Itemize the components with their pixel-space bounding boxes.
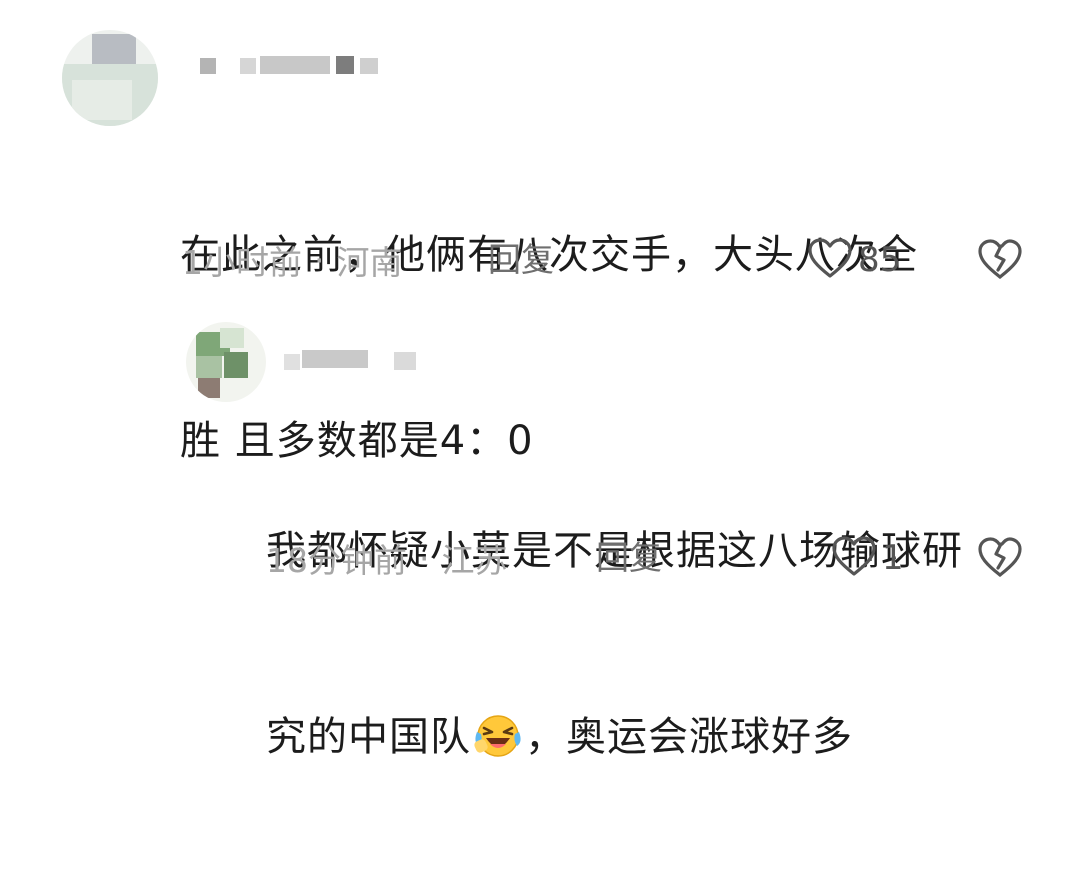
dislike-button[interactable]	[976, 236, 1024, 284]
comment-item: 在此之前，他俩有八次交手，大头八次全 胜 且多数都是4：0 1小时前 · 河南 …	[0, 0, 1080, 464]
username-blurred[interactable]	[284, 350, 434, 378]
like-count: 1	[882, 538, 904, 578]
reply-comment-item: 我都怀疑小莫是不是根据这八场输球研 究的中国队 ，奥运会涨球好多 18分钟前 ·…	[0, 300, 1080, 760]
like-button[interactable]: 85	[806, 236, 901, 284]
comment-meta: 18分钟前 · 江苏	[266, 536, 508, 581]
like-button[interactable]: 1	[830, 534, 904, 582]
comment-meta: 1小时前 · 河南	[182, 238, 403, 283]
comment-time: 1小时前	[182, 243, 302, 282]
broken-heart-icon	[976, 537, 1024, 584]
heart-outline-icon	[806, 236, 854, 284]
reply-button[interactable]: 回复	[596, 536, 662, 580]
comment-text: 我都怀疑小莫是不是根据这八场输球研 究的中国队 ，奥运会涨球好多	[266, 396, 1056, 892]
comment-location: 江苏	[441, 541, 508, 580]
avatar[interactable]	[186, 322, 266, 402]
comment-text-segment: 究的中国队	[266, 714, 471, 760]
heart-outline-icon	[830, 534, 878, 582]
broken-heart-icon	[976, 239, 1024, 286]
laughing-tears-emoji-icon	[473, 710, 523, 760]
reply-button[interactable]: 回复	[488, 238, 554, 282]
dislike-button[interactable]	[976, 534, 1024, 582]
meta-separator: ·	[419, 538, 430, 578]
comment-time: 18分钟前	[266, 541, 407, 580]
comment-location: 河南	[336, 243, 403, 282]
username-blurred[interactable]	[200, 56, 390, 84]
avatar[interactable]	[62, 30, 158, 126]
like-count: 85	[858, 240, 902, 280]
comment-text-segment: ，奥运会涨球好多	[525, 714, 853, 760]
comment-text-line: 究的中国队 ，奥运会涨球好多	[266, 706, 1056, 768]
meta-separator: ·	[314, 240, 325, 280]
